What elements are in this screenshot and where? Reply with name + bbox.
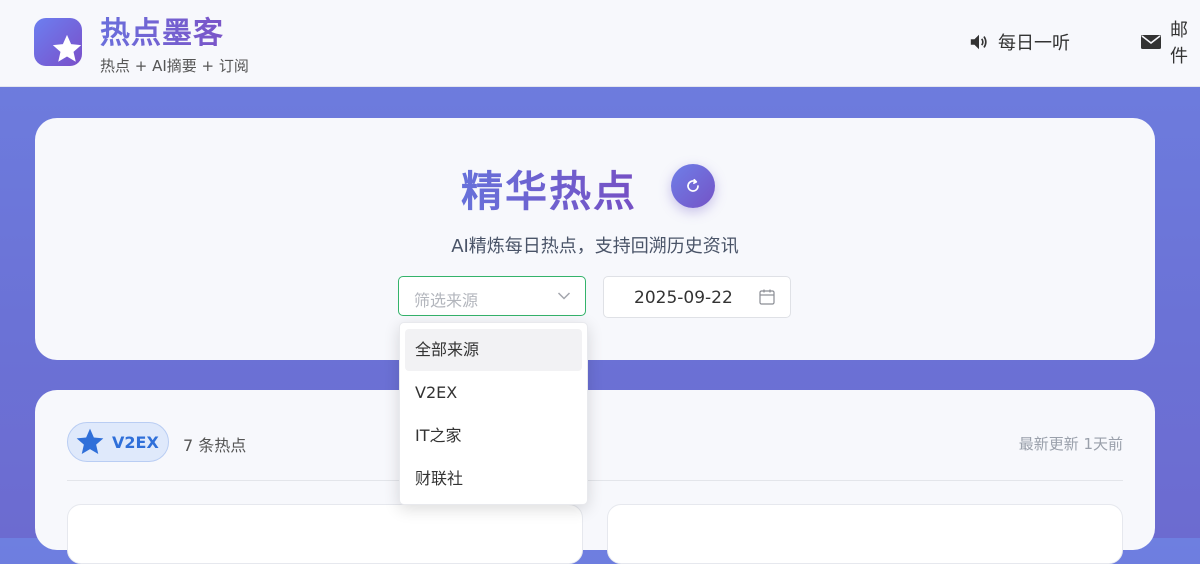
brand-subtitle: 热点 + AI摘要 + 订阅 [100, 57, 249, 75]
dropdown-option-ithome[interactable]: IT之家 [405, 415, 582, 457]
nav-mail[interactable]: 邮件 [1140, 20, 1200, 67]
last-updated: 最新更新 1天前 [1018, 435, 1123, 453]
hero-card: 精华热点 AI精炼每日热点，支持回溯历史资讯 筛选来源 2025-09-22 [35, 118, 1155, 360]
source-dropdown-menu: 全部来源 V2EX IT之家 财联社 [399, 322, 588, 505]
nav-mail-label: 邮件 [1170, 20, 1188, 67]
page-title: 精华热点 [35, 158, 1155, 219]
dropdown-option-all[interactable]: 全部来源 [405, 329, 582, 371]
source-filter-select[interactable]: 筛选来源 [398, 276, 586, 316]
brand-title: 热点墨客 [100, 8, 224, 52]
speaker-icon [968, 32, 990, 52]
source-badge-label: V2EX [112, 432, 159, 452]
date-value: 2025-09-22 [634, 288, 733, 308]
chevron-down-icon [557, 292, 571, 300]
source-badge[interactable]: V2EX [67, 422, 169, 462]
star-icon [74, 426, 106, 458]
nav-daily-listen-label: 每日一听 [998, 33, 1070, 54]
top-header: 热点墨客 热点 + AI摘要 + 订阅 每日一听 邮件 [0, 0, 1200, 87]
dropdown-option-v2ex[interactable]: V2EX [405, 372, 582, 414]
refresh-button[interactable] [671, 164, 715, 208]
star-icon [52, 34, 82, 62]
source-filter-placeholder: 筛选来源 [414, 291, 479, 310]
refresh-icon [687, 178, 699, 192]
hot-count: 7 条热点 [183, 436, 247, 455]
divider [67, 480, 1123, 481]
news-card[interactable] [67, 504, 583, 564]
page-subtitle: AI精炼每日热点，支持回溯历史资讯 [451, 236, 739, 257]
calendar-icon [759, 289, 775, 305]
mail-icon [1140, 33, 1162, 51]
dropdown-option-cls[interactable]: 财联社 [405, 458, 582, 500]
app-logo[interactable] [34, 18, 82, 66]
news-card[interactable] [607, 504, 1123, 564]
hot-list-card: V2EX 7 条热点 最新更新 1天前 [35, 390, 1155, 564]
page-title-text: 精华热点 [460, 167, 637, 216]
date-picker[interactable]: 2025-09-22 [603, 276, 791, 318]
nav-daily-listen[interactable]: 每日一听 [968, 30, 1070, 54]
